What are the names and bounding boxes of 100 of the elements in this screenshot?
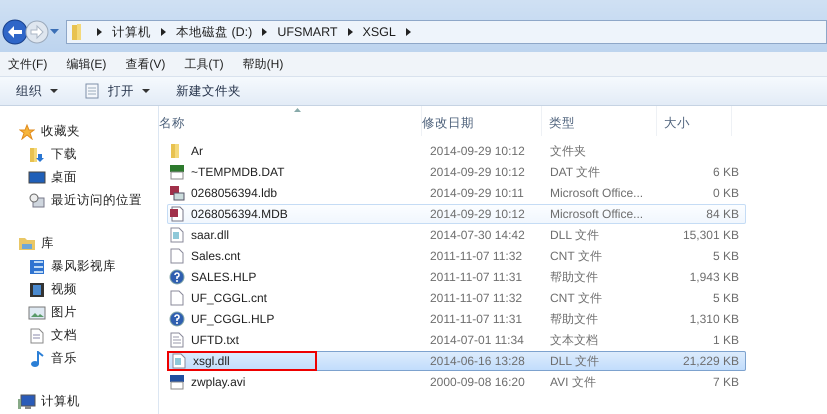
sidebar-group[interactable]: 库 (0, 232, 158, 255)
table-cell-text: 2011-11-07 11:32 (430, 248, 524, 265)
table-cell-text: 2011-11-07 11:31 (430, 311, 524, 328)
file-name: xsgl.dll (193, 354, 230, 368)
table-cell-text: 1,943 KB (688, 269, 740, 286)
table-cell-text: 2000-09-08 16:20 (430, 374, 526, 391)
text-file-icon (170, 332, 184, 348)
breadcrumb[interactable]: 计算机 (112, 24, 151, 40)
sidebar-item[interactable]: 图片 (0, 301, 158, 324)
computer-icon (18, 394, 36, 410)
file-row[interactable]: SALES.HLP 2011-11-07 11:31 帮助文件 1,943 KB (167, 267, 746, 287)
dat-file-icon (169, 164, 185, 180)
table-cell-text: 21,229 KB (682, 353, 740, 370)
star-icon (19, 124, 35, 140)
folder-icon (18, 236, 36, 251)
sidebar-item[interactable]: 最近访问的位置 (0, 189, 158, 212)
menu-item[interactable]: 查看(V) (125, 56, 166, 72)
address-bar[interactable]: 计算机 本地磁盘 (D:) UFSMART XSGL (66, 20, 827, 44)
chevron-icon[interactable] (262, 28, 268, 36)
caret-icon (142, 88, 150, 94)
question-mark-icon (169, 269, 185, 285)
forward-button[interactable] (25, 20, 49, 44)
chevron-icon[interactable] (348, 28, 352, 36)
table-cell-text: 84 KB (705, 206, 740, 223)
file-row[interactable]: 0268056394.MDB 2014-09-29 10:12 Microsoft Office... 84 KB (167, 204, 746, 224)
table-cell-text: 2014-09-29 10:12 (430, 164, 526, 181)
file-row[interactable]: UFTD.txt 2014-07-01 11:34 文本文档 1 KB (167, 330, 746, 350)
sidebar-item[interactable]: 暴风影视库 (0, 255, 158, 278)
sidebar-group[interactable]: 计算机 (0, 390, 158, 413)
column-header[interactable]: 修改日期 (422, 106, 542, 136)
history-dropdown-icon[interactable] (50, 29, 59, 35)
file-name: UFTD.txt (191, 333, 239, 347)
table-cell-text: CNT 文件 (550, 290, 603, 306)
sidebar-item[interactable]: 视频 (0, 278, 158, 301)
table-cell-text: DLL 文件 (550, 226, 600, 244)
table-cell-text: DAT 文件 (550, 164, 602, 180)
chevron-icon[interactable] (406, 28, 411, 36)
sidebar-group[interactable]: 收藏夹 (0, 120, 158, 143)
sidebar-item[interactable]: 文档 (0, 324, 158, 347)
table-cell-text: 7 KB (712, 374, 740, 391)
table-cell-text: 1,310 KB (688, 311, 740, 328)
desktop-icon (28, 170, 46, 184)
menu-item[interactable]: 文件(F) (8, 56, 48, 72)
column-header[interactable]: 名称 (159, 106, 422, 136)
table-cell-text: Microsoft Office... (550, 206, 644, 223)
file-row[interactable]: zwplay.avi 2000-09-08 16:20 AVI 文件 7 KB (167, 372, 746, 392)
table-cell-text: 0 KB (712, 185, 740, 202)
file-row[interactable]: xsgl.dll 2014-06-16 13:28 DLL 文件 21,229 KB (167, 351, 746, 371)
sort-arrow-icon (294, 108, 301, 112)
breadcrumb[interactable]: 本地磁盘 (D:) (176, 24, 252, 40)
table-cell-text: CNT 文件 (550, 248, 603, 264)
dll-file-icon (170, 227, 184, 243)
blank-file-icon (170, 290, 184, 306)
recent-places-icon (29, 192, 45, 208)
file-name: Ar (191, 144, 203, 158)
file-name: 0268056394.MDB (191, 207, 288, 221)
breadcrumb[interactable]: XSGL (362, 25, 396, 39)
file-row[interactable]: 0268056394.ldb 2014-09-29 10:11 Microsoft Office... 0 KB (167, 183, 746, 203)
table-cell-text: 帮助文件 (550, 310, 599, 328)
file-name: zwplay.avi (191, 375, 246, 389)
toolbar-button[interactable]: 打开 (76, 80, 158, 102)
toolbar-button[interactable]: 新建文件夹 (168, 80, 249, 102)
file-name: saar.dll (191, 228, 230, 242)
file-row[interactable]: Ar 2014-09-29 10:12 文件夹 (167, 141, 746, 161)
back-button[interactable] (2, 19, 28, 45)
film-icon (29, 258, 45, 274)
column-header[interactable]: 类型 (542, 106, 657, 136)
sidebar-item[interactable]: 音乐 (0, 347, 158, 370)
file-row[interactable]: saar.dll 2014-07-30 14:42 DLL 文件 15,301 KB (167, 225, 746, 245)
download-folder-icon (29, 146, 45, 162)
table-cell-text: 2014-09-29 10:11 (430, 185, 525, 202)
breadcrumb[interactable]: UFSMART (277, 25, 338, 39)
menu-item[interactable]: 帮助(H) (242, 56, 284, 72)
blank-file-icon (170, 248, 184, 264)
music-note-icon (30, 350, 44, 366)
chevron-icon[interactable] (97, 28, 102, 36)
file-row[interactable]: ~TEMPMDB.DAT 2014-09-29 10:12 DAT 文件 6 KB (167, 162, 746, 182)
table-cell-text: 2014-09-29 10:12 (430, 206, 526, 223)
document-icon (30, 328, 44, 344)
table-cell-text: AVI 文件 (550, 374, 597, 390)
sidebar-item[interactable]: 桌面 (0, 166, 158, 189)
table-cell-text: 文本文档 (550, 332, 599, 348)
question-mark-icon (169, 311, 185, 327)
table-cell-text: 6 KB (712, 164, 740, 181)
table-cell-text: 2011-11-07 11:32 (430, 290, 524, 307)
sidebar-item[interactable]: 下载 (0, 143, 158, 166)
table-cell-text: 2011-11-07 11:31 (430, 269, 524, 286)
table-cell-text: 2014-06-16 13:28 (430, 353, 526, 370)
file-row[interactable]: Sales.cnt 2011-11-07 11:32 CNT 文件 5 KB (167, 246, 746, 266)
toolbar-button[interactable]: 组织 (8, 80, 66, 102)
video-file-icon (169, 374, 185, 390)
column-header[interactable]: 大小 (657, 106, 732, 136)
menu-item[interactable]: 编辑(E) (66, 56, 106, 72)
file-row[interactable]: UF_CGGL.HLP 2011-11-07 11:31 帮助文件 1,310 KB (167, 309, 746, 329)
table-cell-text: 2014-09-29 10:12 (430, 143, 526, 160)
file-row[interactable]: UF_CGGL.cnt 2011-11-07 11:32 CNT 文件 5 KB (167, 288, 746, 308)
table-cell-text: 2014-07-30 14:42 (430, 227, 526, 244)
chevron-icon[interactable] (161, 28, 166, 36)
table-cell-text: 2014-07-01 11:34 (430, 332, 525, 349)
menu-item[interactable]: 工具(T) (184, 56, 224, 72)
